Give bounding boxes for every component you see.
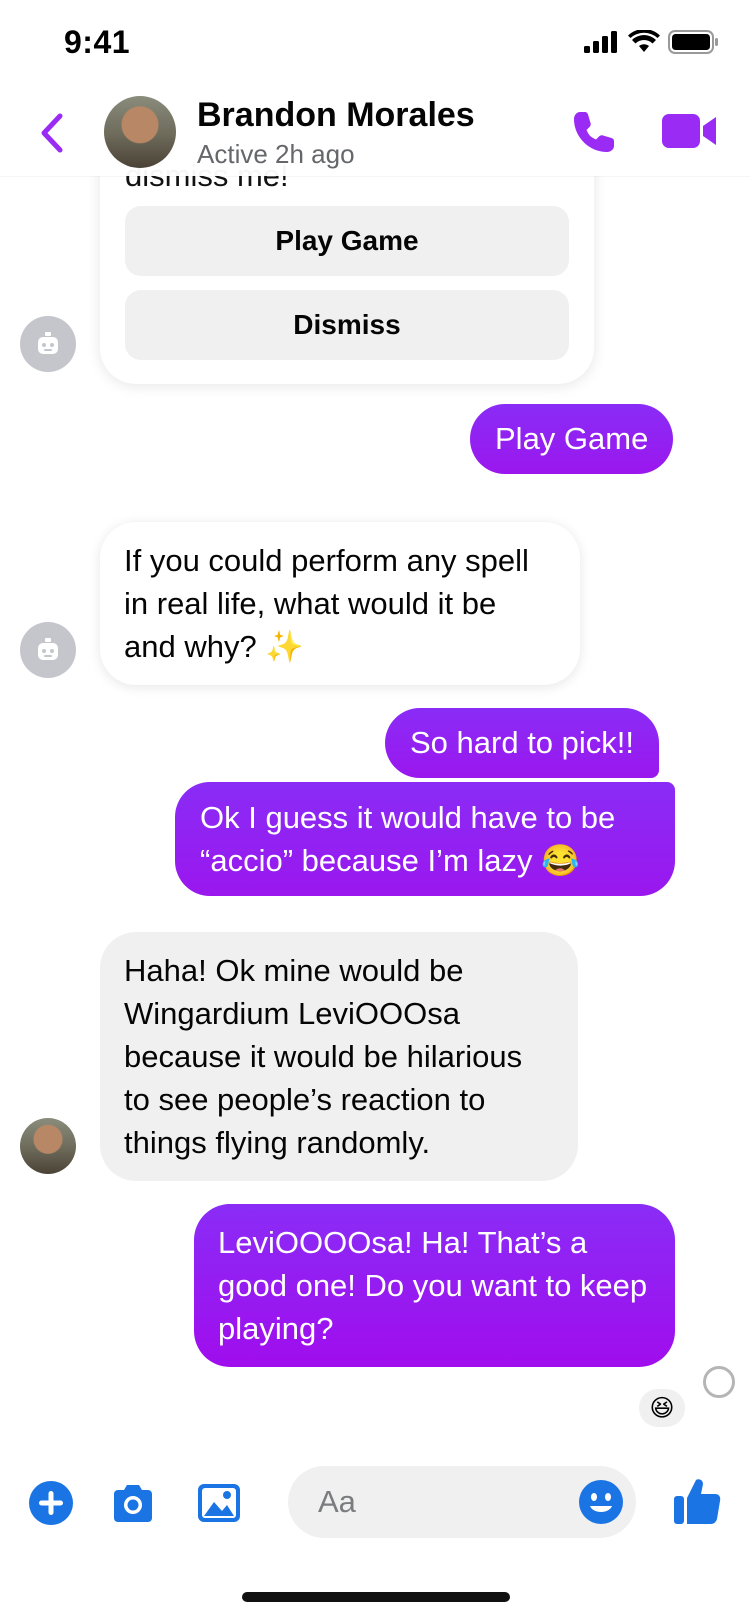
robot-icon: [38, 638, 58, 660]
message-bubble-outgoing[interactable]: Play Game: [470, 404, 674, 474]
home-indicator[interactable]: [242, 1592, 510, 1602]
message-bubble-incoming[interactable]: Haha! Ok mine would be Wingardium LeviOO…: [100, 932, 578, 1181]
message-input-container[interactable]: [288, 1466, 636, 1538]
contact-avatar[interactable]: [20, 1118, 76, 1174]
contact-avatar[interactable]: [104, 96, 176, 168]
wifi-icon: [628, 30, 660, 52]
robot-icon: [38, 332, 58, 354]
message-bubble-outgoing[interactable]: Ok I guess it would have to be “accio” b…: [175, 782, 675, 896]
message-bubble-outgoing[interactable]: So hard to pick!!: [385, 708, 660, 778]
status-bar-icons: [584, 30, 720, 54]
laughing-emoji-icon: 😆: [649, 1394, 675, 1422]
bot-avatar: [20, 316, 76, 372]
message-reaction[interactable]: 😆: [636, 1386, 688, 1430]
add-more-icon[interactable]: [28, 1480, 74, 1526]
cellular-signal-icon: [584, 31, 617, 53]
delivered-indicator: [703, 1366, 735, 1398]
back-arrow-icon[interactable]: [36, 110, 70, 156]
emoji-icon[interactable]: [578, 1479, 624, 1525]
message-bubble-incoming[interactable]: If you could perform any spell in real l…: [100, 522, 580, 685]
message-input[interactable]: [318, 1482, 558, 1522]
chat-thread[interactable]: dismiss me! Play Game Dismiss Play Game …: [0, 0, 750, 1624]
camera-icon[interactable]: [110, 1480, 156, 1526]
message-bubble-outgoing[interactable]: LeviOOOOsa! Ha! That’s a good one! Do yo…: [194, 1204, 675, 1367]
thumbs-up-icon[interactable]: [672, 1476, 722, 1526]
bot-avatar: [20, 622, 76, 678]
battery-icon: [668, 30, 718, 54]
video-call-icon[interactable]: [662, 112, 718, 150]
play-game-button[interactable]: Play Game: [125, 206, 569, 276]
phone-call-icon[interactable]: [570, 108, 618, 156]
photo-gallery-icon[interactable]: [196, 1480, 242, 1526]
status-bar-time: 9:41: [64, 24, 131, 60]
conversation-header: 9:41 Brandon Morales Active 2h ago: [0, 0, 750, 176]
contact-active-status: Active 2h ago: [197, 139, 355, 169]
dismiss-button[interactable]: Dismiss: [125, 290, 569, 360]
message-composer: [0, 1450, 750, 1624]
contact-name[interactable]: Brandon Morales: [197, 96, 475, 135]
